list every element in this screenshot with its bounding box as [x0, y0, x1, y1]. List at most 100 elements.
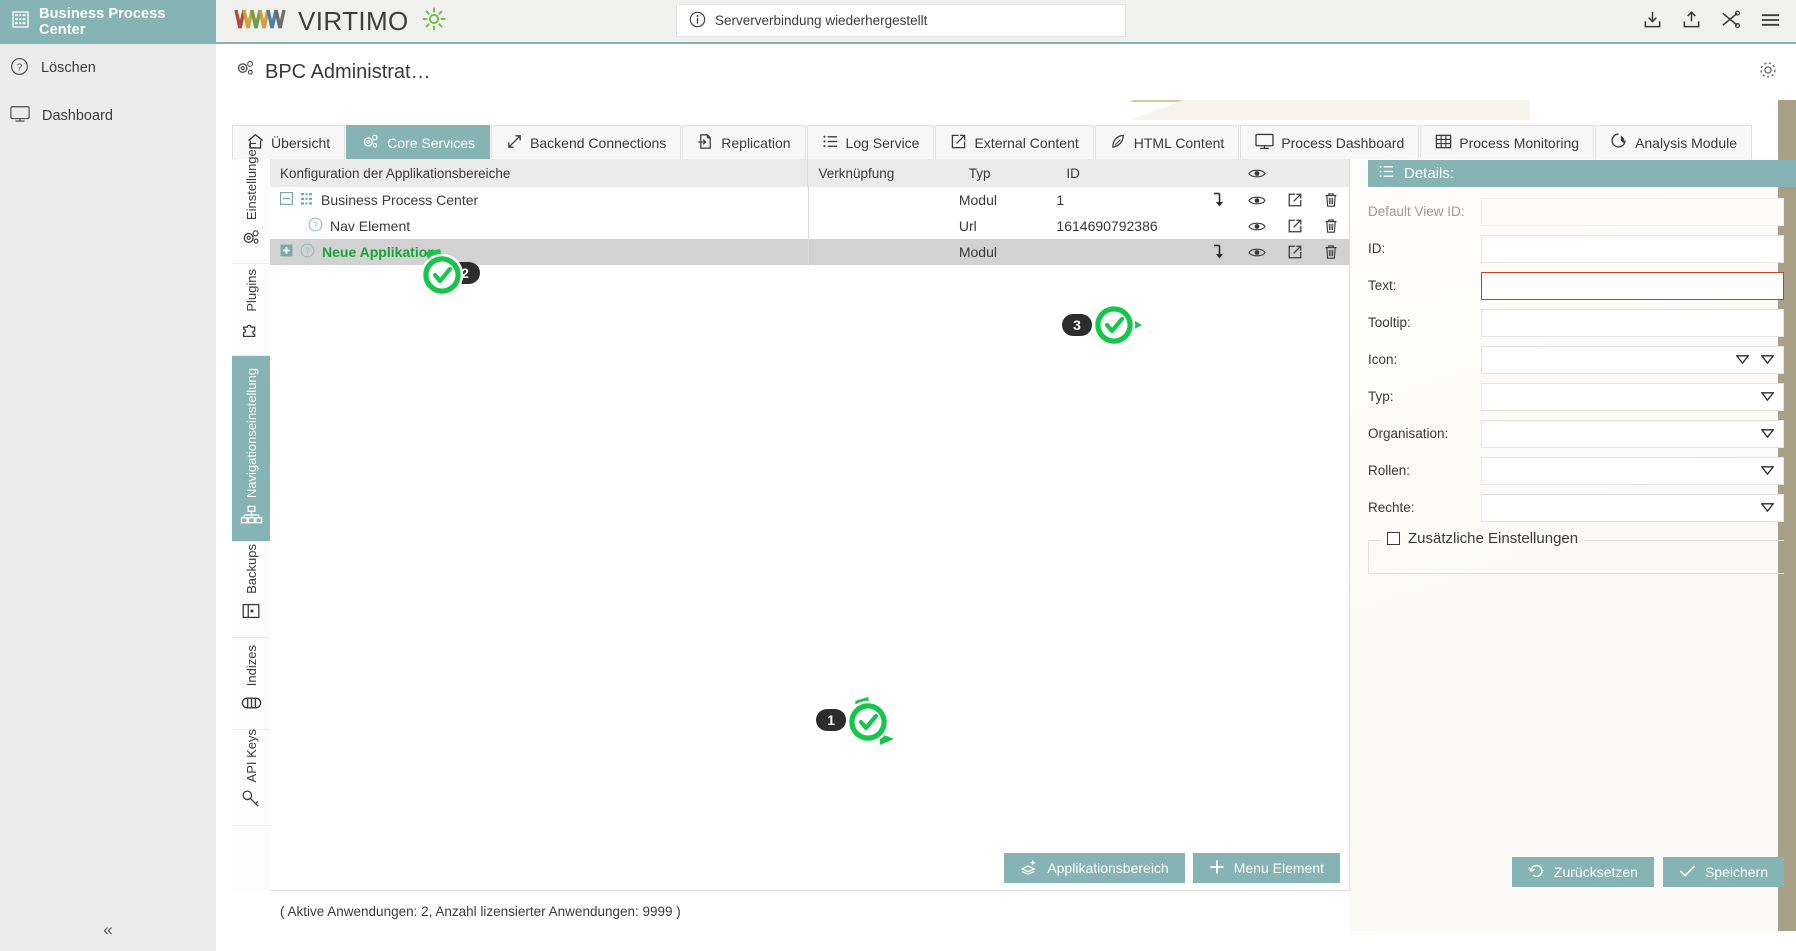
row-visibility-icon[interactable]: [1238, 194, 1278, 207]
tab-backend-connections[interactable]: Backend Connections: [491, 125, 681, 159]
chevron-down-icon[interactable]: [1761, 388, 1774, 406]
column-header-id: ID: [1056, 166, 1195, 181]
help-circle-icon: ?: [300, 243, 315, 261]
hamburger-menu-icon[interactable]: [1759, 10, 1782, 35]
details-panel: Details: Default View ID: ID: Text:: [1368, 160, 1796, 895]
tab-process-dashboard[interactable]: Process Dashboard: [1240, 125, 1419, 159]
row-typ-cell: Url: [959, 218, 1057, 234]
tab-core-services[interactable]: Core Services: [346, 125, 490, 159]
vtab-backups[interactable]: Backups: [232, 542, 270, 638]
chevron-down-icon[interactable]: [1761, 499, 1774, 517]
chevron-down-icon[interactable]: [1761, 425, 1774, 443]
archive-icon: [240, 600, 262, 627]
row-delete-icon[interactable]: [1313, 244, 1349, 260]
reset-button[interactable]: Zurücksetzen: [1512, 857, 1654, 887]
tab-label: HTML Content: [1134, 135, 1225, 151]
tab-log-service[interactable]: Log Service: [807, 125, 935, 159]
typ-value: [1490, 384, 1775, 410]
tab-analysis-module[interactable]: Analysis Module: [1595, 125, 1752, 159]
monitor-icon: [1255, 133, 1274, 153]
chevron-down-icon[interactable]: [1761, 351, 1774, 369]
field-tooltip: Tooltip:: [1368, 304, 1796, 341]
topbar-action-group: [1642, 0, 1782, 44]
row-edit-icon[interactable]: [1277, 192, 1313, 208]
rollen-select[interactable]: [1481, 457, 1784, 485]
vtab-label: Plugins: [244, 269, 259, 312]
typ-select[interactable]: [1481, 383, 1784, 411]
tab-external-content[interactable]: External Content: [935, 125, 1093, 159]
default-view-id-input[interactable]: [1481, 198, 1784, 226]
page-header: BPC Administrat…: [216, 44, 1796, 100]
save-button[interactable]: Speichern: [1663, 857, 1784, 887]
chevron-down-icon[interactable]: [1736, 351, 1749, 369]
expander-minus-icon[interactable]: [280, 192, 293, 208]
annotation-check-marker-icon: [838, 695, 888, 745]
row-id-cell: 1614690792386: [1056, 218, 1195, 234]
tooltip-input[interactable]: [1481, 309, 1784, 337]
sidebar-brand[interactable]: Business Process Center: [0, 0, 216, 44]
app-sidebar: Business Process Center ? Löschen Dashbo…: [0, 0, 216, 951]
row-move-down-icon[interactable]: [1196, 244, 1238, 260]
eye-icon[interactable]: [1238, 167, 1278, 180]
add-applikationsbereich-button[interactable]: Applikationsbereich: [1004, 853, 1184, 883]
top-bar: VIRTIMO: [216, 0, 1796, 44]
row-edit-icon[interactable]: [1277, 218, 1313, 234]
sidebar-item-loeschen[interactable]: ? Löschen: [0, 44, 216, 92]
row-visibility-icon[interactable]: [1238, 246, 1278, 259]
tab-replication[interactable]: Replication: [682, 125, 805, 159]
tab-html-content[interactable]: HTML Content: [1095, 125, 1240, 159]
row-move-down-icon[interactable]: [1196, 192, 1238, 208]
table-row[interactable]: Business Process Center Modul 1: [270, 187, 1349, 213]
row-delete-icon[interactable]: [1313, 192, 1349, 208]
id-input[interactable]: [1481, 235, 1784, 263]
vtab-plugins[interactable]: Plugins: [232, 264, 270, 356]
row-visibility-icon[interactable]: [1238, 220, 1278, 233]
sidebar-brand-label: Business Process Center: [39, 6, 216, 38]
vtab-api-keys[interactable]: API Keys: [232, 730, 270, 826]
expander-plus-icon[interactable]: [280, 244, 293, 260]
additional-settings-section: Zusätzliche Einstellungen: [1368, 540, 1784, 574]
sitemap-icon: [240, 504, 263, 531]
icon-select[interactable]: [1481, 346, 1784, 374]
vtab-label: API Keys: [244, 729, 259, 782]
rechte-value: [1490, 495, 1775, 521]
page-title-text: BPC Administrat…: [265, 61, 431, 84]
plus-icon: [1209, 859, 1225, 878]
row-name-cell: Business Process Center: [270, 192, 808, 209]
table-row[interactable]: ? Nav Element Url 1614690792386: [270, 213, 1349, 239]
sidebar-item-dashboard[interactable]: Dashboard: [0, 92, 216, 140]
details-title: Details:: [1404, 165, 1454, 182]
arrows-expand-icon: [506, 133, 523, 153]
sidebar-collapse-button[interactable]: «: [0, 909, 216, 951]
text-value: [1490, 273, 1775, 299]
table-action-bar: Applikationsbereich Menu Element: [270, 846, 1350, 890]
module-grid-icon: [300, 192, 314, 209]
tab-process-monitoring[interactable]: Process Monitoring: [1420, 125, 1594, 159]
annotation-badge-1: 1: [816, 695, 888, 745]
additional-settings-label: Zusätzliche Einstellungen: [1408, 530, 1578, 547]
additional-settings-checkbox[interactable]: [1387, 532, 1400, 545]
settings-gear-icon[interactable]: [1758, 60, 1778, 85]
row-link-cell: [808, 238, 959, 266]
rechte-select[interactable]: [1481, 494, 1784, 522]
license-status-bar: ( Aktive Anwendungen: 2, Anzahl lizensie…: [270, 891, 1350, 931]
virtimo-mark-icon: [234, 6, 294, 37]
row-delete-icon[interactable]: [1313, 218, 1349, 234]
list-icon: [1378, 164, 1395, 183]
text-input[interactable]: [1481, 272, 1784, 300]
vtab-indizes[interactable]: Indizes: [232, 638, 270, 730]
default-view-id-value: [1490, 199, 1775, 225]
import-icon[interactable]: [1642, 9, 1663, 35]
add-menu-element-button[interactable]: Menu Element: [1193, 853, 1340, 883]
shuffle-icon[interactable]: [1720, 9, 1741, 35]
vtab-navigationseinstellung[interactable]: Navigationseinstellung: [232, 356, 270, 542]
vtab-einstellungen[interactable]: Einstellungen: [232, 159, 270, 264]
row-edit-icon[interactable]: [1277, 244, 1313, 260]
bpc-logo-icon: [12, 11, 29, 33]
page-title: BPC Administrat…: [234, 58, 431, 86]
field-label: Text:: [1368, 278, 1481, 293]
tab-label: Log Service: [846, 135, 920, 151]
chevron-down-icon[interactable]: [1761, 462, 1774, 480]
organisation-select[interactable]: [1481, 420, 1784, 448]
export-icon[interactable]: [1681, 9, 1702, 35]
